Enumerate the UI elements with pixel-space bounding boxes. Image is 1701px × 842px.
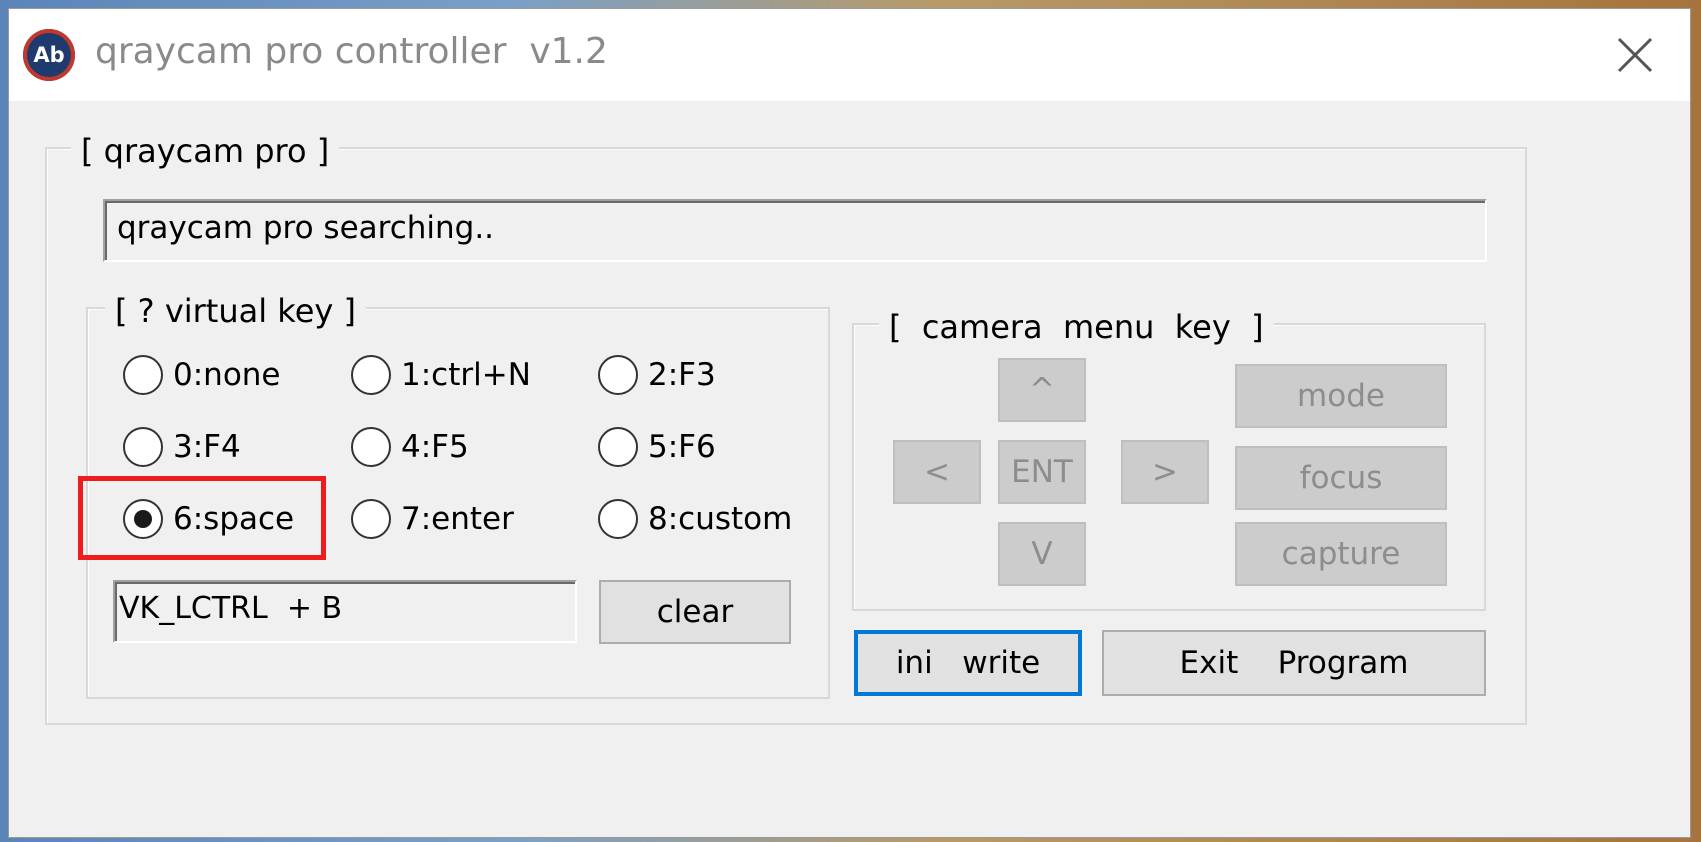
radio-label: 7:enter: [401, 501, 514, 537]
radio-circle: [598, 427, 638, 467]
exit-program-button[interactable]: Exit Program: [1102, 630, 1486, 696]
focus-button[interactable]: focus: [1235, 446, 1447, 510]
clear-button[interactable]: clear: [599, 580, 791, 644]
radio-label: 8:custom: [648, 501, 793, 537]
app-logo-icon: Ab: [23, 29, 75, 81]
device-group-title: [ qraycam pro ]: [71, 131, 340, 171]
radio-circle: [598, 355, 638, 395]
right-arrow-button[interactable]: >: [1121, 440, 1209, 504]
radio-label: 1:ctrl+N: [401, 357, 531, 393]
radio-label: 2:F3: [648, 357, 716, 393]
radio-label: 3:F4: [173, 429, 241, 465]
selection-highlight-box: [78, 476, 326, 560]
virtual-key-group-title: [ ? virtual key ]: [105, 291, 366, 331]
radio-option-f6[interactable]: 5:F6: [598, 427, 768, 477]
radio-option-f4[interactable]: 3:F4: [123, 427, 293, 477]
radio-option-none[interactable]: 0:none: [123, 355, 323, 405]
radio-option-f3[interactable]: 2:F3: [598, 355, 768, 405]
camera-menu-group-title: [ camera menu key ]: [879, 307, 1274, 347]
mode-button[interactable]: mode: [1235, 364, 1447, 428]
radio-circle: [123, 355, 163, 395]
down-arrow-button[interactable]: V: [998, 522, 1086, 586]
radio-circle: [351, 427, 391, 467]
title-bar[interactable]: Ab qraycam pro controller v1.2: [9, 9, 1690, 101]
left-arrow-button[interactable]: <: [893, 440, 981, 504]
radio-label: 5:F6: [648, 429, 716, 465]
device-status-field: qraycam pro searching..: [103, 199, 1487, 262]
app-window: Ab qraycam pro controller v1.2 [ qraycam…: [9, 9, 1690, 837]
app-logo-text: Ab: [33, 43, 65, 67]
radio-option-enter[interactable]: 7:enter: [351, 499, 551, 549]
radio-circle: [351, 355, 391, 395]
capture-button[interactable]: capture: [1235, 522, 1447, 586]
ini-write-button[interactable]: ini write: [854, 630, 1082, 696]
custom-key-field[interactable]: VK_LCTRL + B: [113, 580, 577, 643]
radio-circle: [123, 427, 163, 467]
radio-label: 0:none: [173, 357, 281, 393]
radio-option-ctrl-n[interactable]: 1:ctrl+N: [351, 355, 571, 405]
up-arrow-button[interactable]: ^: [998, 358, 1086, 422]
close-button[interactable]: [1609, 29, 1661, 81]
radio-circle: [598, 499, 638, 539]
window-title: qraycam pro controller v1.2: [95, 31, 608, 72]
radio-circle: [351, 499, 391, 539]
radio-option-custom[interactable]: 8:custom: [598, 499, 818, 549]
close-icon: [1617, 37, 1653, 73]
radio-label: 4:F5: [401, 429, 469, 465]
radio-option-f5[interactable]: 4:F5: [351, 427, 521, 477]
enter-button[interactable]: ENT: [998, 440, 1086, 504]
